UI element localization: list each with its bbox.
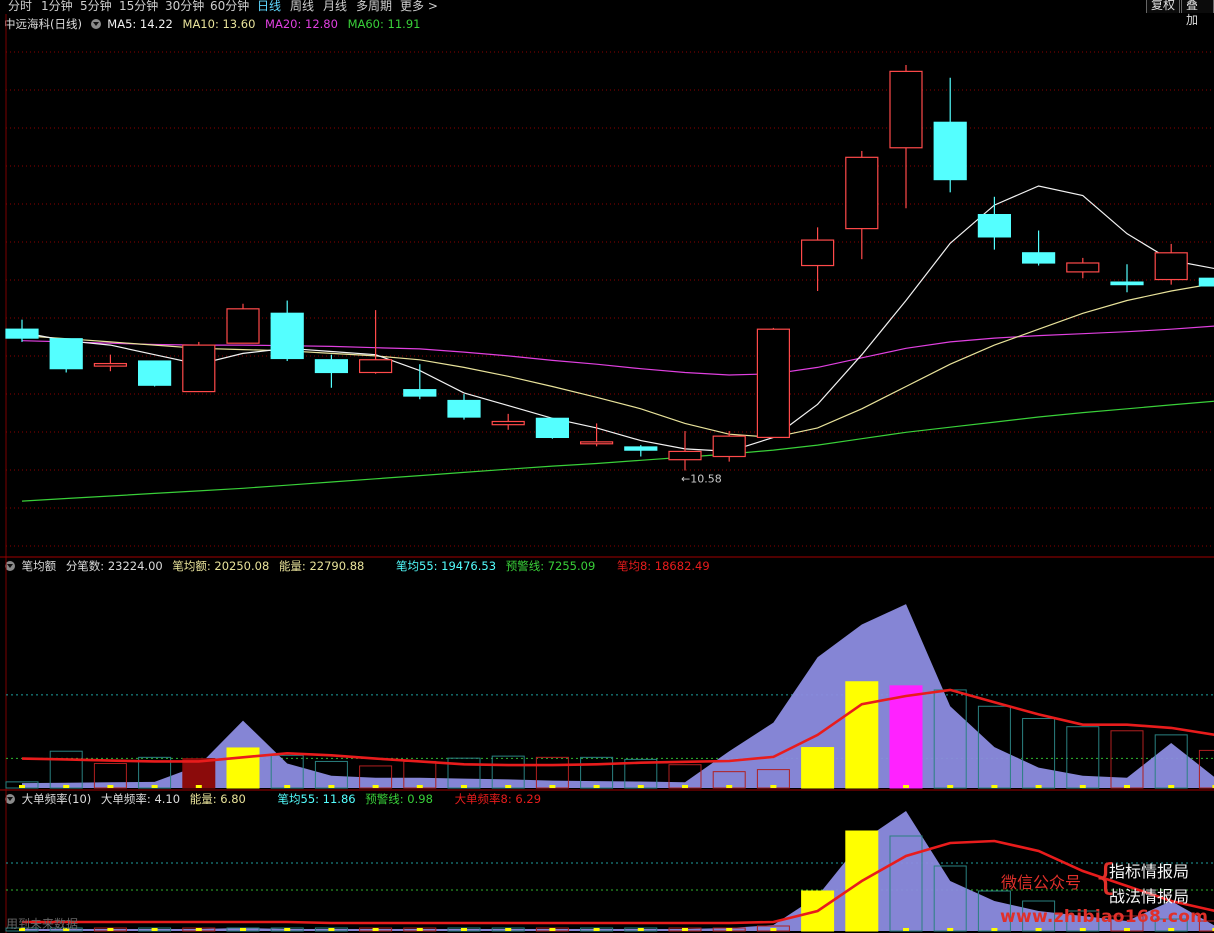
- candle-body: [1066, 262, 1100, 273]
- candle-body: [447, 399, 481, 418]
- panel2-base-tick: [637, 785, 644, 788]
- ma5-line: [21, 185, 1214, 453]
- candle-body: [624, 446, 658, 451]
- panel3-base-tick: [1035, 928, 1042, 931]
- panel2-base-tick: [1168, 785, 1175, 788]
- panel3-base-tick: [284, 928, 291, 931]
- panel2-base-tick: [63, 785, 70, 788]
- candle-body: [138, 360, 172, 386]
- panel3-base-tick: [416, 928, 423, 931]
- panel3-base-tick: [549, 928, 556, 931]
- candle-body: [49, 338, 83, 370]
- panel2-base-tick: [814, 785, 821, 788]
- candle-body: [1110, 281, 1144, 286]
- candle-body: [800, 239, 835, 267]
- panel3-base-tick: [372, 928, 379, 931]
- panel2-base-tick: [416, 785, 423, 788]
- panel3-base-tick: [903, 928, 909, 931]
- panel3-base-tick: [947, 928, 954, 931]
- panel2-base-tick: [1035, 785, 1042, 788]
- panel3-base-tick: [682, 928, 688, 931]
- watermark-url: www.zhibiao168.com: [1000, 907, 1209, 927]
- watermark-name1: 指标情报局: [1109, 862, 1190, 881]
- panel2-volume-bar: [889, 685, 923, 789]
- low-price-label: ←10.58: [681, 473, 722, 486]
- panel2-base-tick: [195, 785, 202, 788]
- candle-body: [314, 359, 348, 374]
- panel3-base-tick: [505, 928, 512, 931]
- panel2-base-tick: [461, 785, 467, 788]
- panel3-base-tick: [637, 928, 644, 931]
- panel3-base-tick: [593, 928, 600, 931]
- panel2-base-tick: [1124, 785, 1130, 788]
- panel2-base-tick: [1079, 785, 1086, 788]
- panel3-base-tick: [328, 928, 335, 931]
- candle-body: [359, 359, 393, 374]
- candle-body: [182, 344, 216, 393]
- panel2-base-tick: [770, 785, 777, 788]
- panel3-base-tick: [461, 928, 467, 931]
- panel2-base-tick: [903, 785, 909, 788]
- panel2-base-tick: [284, 785, 291, 788]
- panel3-base-tick: [814, 928, 821, 931]
- panel3-base-tick: [151, 928, 158, 931]
- candle-body: [270, 312, 304, 360]
- candle-body: [1198, 277, 1214, 287]
- watermark-name2: 战法情报局: [1109, 887, 1190, 906]
- panel2-base-tick: [151, 785, 158, 788]
- panel2-avg8-line: [21, 688, 1214, 767]
- panel2-volume-bar: [182, 758, 216, 789]
- panel3-base-tick: [726, 928, 733, 931]
- candle-body: [756, 328, 791, 439]
- candle-body: [5, 328, 39, 339]
- candle-body: [579, 441, 614, 445]
- kline-chart-canvas[interactable]: ←10.58: [0, 0, 1214, 933]
- panel2-volume-bar: [845, 681, 879, 789]
- panel3-base-tick: [858, 928, 865, 931]
- panel2-base-tick: [991, 785, 998, 788]
- panel2-base-tick: [505, 785, 512, 788]
- candle-body: [845, 156, 879, 230]
- panel3-base-tick: [240, 928, 246, 931]
- panel2-base-tick: [372, 785, 379, 788]
- panel3-base-tick: [107, 928, 114, 931]
- panel2-volume-bar: [226, 747, 260, 789]
- panel2-base-tick: [549, 785, 556, 788]
- panel2-base-tick: [726, 785, 733, 788]
- panel3-base-tick: [195, 928, 202, 931]
- panel3-base-tick: [1079, 928, 1086, 931]
- candle-body: [889, 70, 923, 149]
- panel2-base-tick: [593, 785, 600, 788]
- watermark-wechat: 微信公众号: [1001, 873, 1082, 892]
- panel2-base-tick: [682, 785, 688, 788]
- candle-body: [933, 121, 967, 181]
- panel2-volume-bar: [49, 750, 83, 789]
- candle-body: [535, 417, 570, 439]
- panel3-base-tick: [1168, 928, 1175, 931]
- candle-body: [1021, 252, 1056, 264]
- panel2-base-tick: [328, 785, 335, 788]
- panel2-base-tick: [107, 785, 114, 788]
- panel3-base-tick: [991, 928, 998, 931]
- panel3-base-tick: [1124, 928, 1130, 931]
- candle-body: [977, 214, 1012, 238]
- candle-body: [93, 362, 128, 367]
- panel2-base-tick: [858, 785, 865, 788]
- future-data-note: 用到未来数据: [6, 917, 79, 931]
- candle-body: [668, 450, 702, 461]
- panel3-base-tick: [770, 928, 777, 931]
- candle-body: [226, 308, 260, 344]
- candle-body: [491, 420, 525, 426]
- candle-body: [403, 389, 437, 397]
- panel2-base-tick: [240, 785, 246, 788]
- candle-body: [1154, 252, 1188, 281]
- candle-body: [712, 435, 746, 458]
- panel2-base-tick: [947, 785, 954, 788]
- ma60-line: [21, 400, 1214, 502]
- panel2-volume-bar: [801, 747, 835, 789]
- panel2-base-tick: [19, 785, 25, 788]
